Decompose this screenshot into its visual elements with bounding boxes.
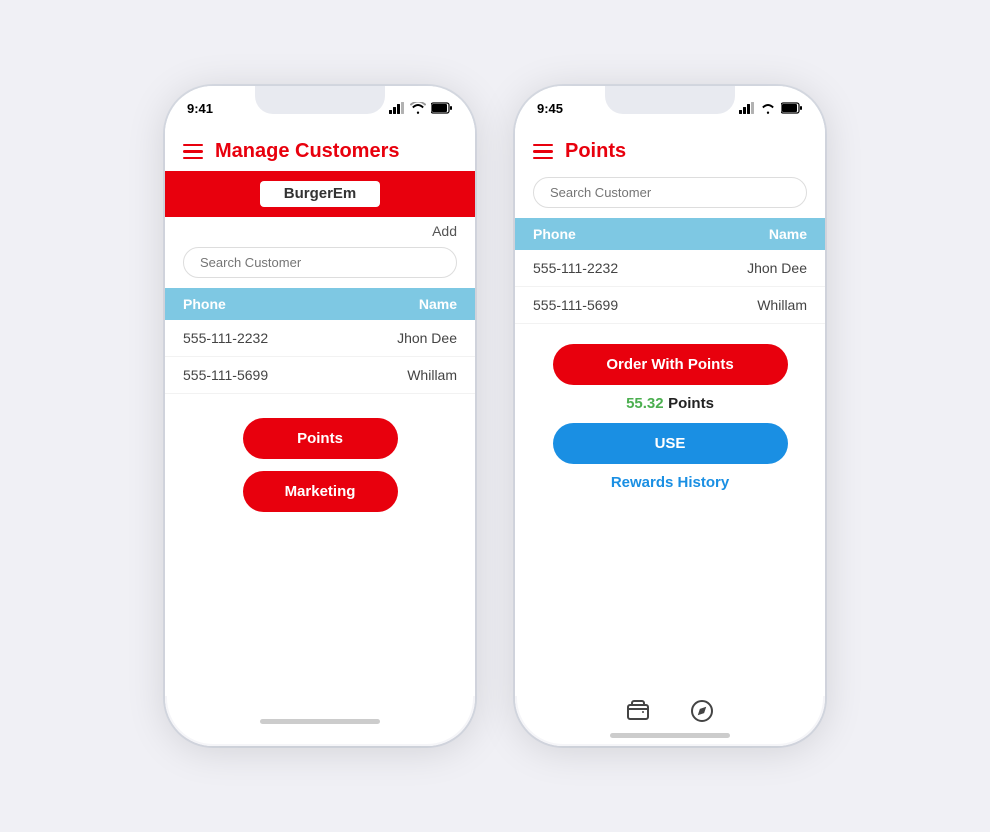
- table-row[interactable]: 555-111-2232 Jhon Dee: [165, 320, 475, 357]
- bottom-nav: [596, 699, 744, 729]
- brand-bar-inner: BurgerEm: [260, 181, 381, 207]
- phone1-header: Manage Customers: [165, 130, 475, 171]
- table-header-2: Phone Name: [515, 218, 825, 250]
- home-indicator-2: [610, 733, 730, 738]
- phone1-bottom: [165, 696, 475, 746]
- name-cell: Whillam: [320, 367, 457, 383]
- page-title-1: Manage Customers: [215, 140, 400, 163]
- col-phone-header-1: Phone: [183, 296, 320, 312]
- status-time-2: 9:45: [537, 101, 563, 116]
- table-row[interactable]: 555-111-5699 Whillam: [515, 287, 825, 324]
- use-button[interactable]: USE: [553, 423, 788, 464]
- add-link-wrap: Add: [165, 217, 475, 241]
- phone-manage-customers: 9:41: [165, 86, 475, 746]
- action-buttons-1: Points Marketing: [165, 394, 475, 536]
- name-cell: Jhon Dee: [670, 260, 807, 276]
- search-bar-wrap-1: [165, 241, 475, 284]
- col-name-header-2: Name: [670, 226, 807, 242]
- rewards-history-link[interactable]: Rewards History: [611, 474, 729, 491]
- wallet-nav-icon[interactable]: [626, 699, 650, 729]
- search-bar-wrap-2: [515, 171, 825, 214]
- name-cell: Jhon Dee: [320, 330, 457, 346]
- phone-cell: 555-111-5699: [533, 297, 670, 313]
- points-display: 55.32 Points: [626, 395, 714, 413]
- phone2-bottom: [515, 696, 825, 746]
- page-title-2: Points: [565, 140, 626, 163]
- marketing-button[interactable]: Marketing: [243, 471, 398, 512]
- hamburger-icon-2[interactable]: [533, 144, 553, 160]
- battery-icon-2: [781, 102, 803, 114]
- search-input-2[interactable]: [533, 177, 807, 208]
- phone1-content: Manage Customers BurgerEm Add Phone Name…: [165, 130, 475, 696]
- status-icons-1: [389, 102, 453, 114]
- table-row[interactable]: 555-111-2232 Jhon Dee: [515, 250, 825, 287]
- order-with-points-button[interactable]: Order With Points: [553, 344, 788, 385]
- phone2-content: Points Phone Name 555-111-2232 Jhon Dee …: [515, 130, 825, 696]
- points-value: 55.32: [626, 395, 664, 412]
- phone-cell: 555-111-2232: [533, 260, 670, 276]
- add-button[interactable]: Add: [432, 223, 457, 239]
- scene: 9:41: [0, 0, 990, 832]
- col-name-header-1: Name: [320, 296, 457, 312]
- table-row[interactable]: 555-111-5699 Whillam: [165, 357, 475, 394]
- points-button[interactable]: Points: [243, 418, 398, 459]
- signal-icon: [389, 102, 405, 114]
- compass-nav-icon[interactable]: [690, 699, 714, 729]
- battery-icon: [431, 102, 453, 114]
- name-cell: Whillam: [670, 297, 807, 313]
- table-body-1: 555-111-2232 Jhon Dee 555-111-5699 Whill…: [165, 320, 475, 394]
- table-header-1: Phone Name: [165, 288, 475, 320]
- phone-notch: [255, 86, 385, 114]
- phone-points: 9:45: [515, 86, 825, 746]
- brand-bar: BurgerEm: [165, 171, 475, 217]
- brand-name: BurgerEm: [284, 185, 357, 202]
- points-area: Order With Points 55.32 Points USE Rewar…: [515, 324, 825, 501]
- status-icons-2: [739, 102, 803, 114]
- home-indicator-1: [260, 719, 380, 724]
- wallet-svg-icon: [626, 699, 650, 723]
- hamburger-icon-1[interactable]: [183, 144, 203, 160]
- status-time-1: 9:41: [187, 101, 213, 116]
- wifi-icon-2: [760, 102, 776, 114]
- search-input-1[interactable]: [183, 247, 457, 278]
- points-suffix: Points: [668, 395, 714, 412]
- phone-cell: 555-111-5699: [183, 367, 320, 383]
- col-phone-header-2: Phone: [533, 226, 670, 242]
- table-body-2: 555-111-2232 Jhon Dee 555-111-5699 Whill…: [515, 250, 825, 324]
- phone-notch-2: [605, 86, 735, 114]
- phone2-header: Points: [515, 130, 825, 171]
- wifi-icon: [410, 102, 426, 114]
- phone-cell: 555-111-2232: [183, 330, 320, 346]
- compass-svg-icon: [690, 699, 714, 723]
- signal-icon-2: [739, 102, 755, 114]
